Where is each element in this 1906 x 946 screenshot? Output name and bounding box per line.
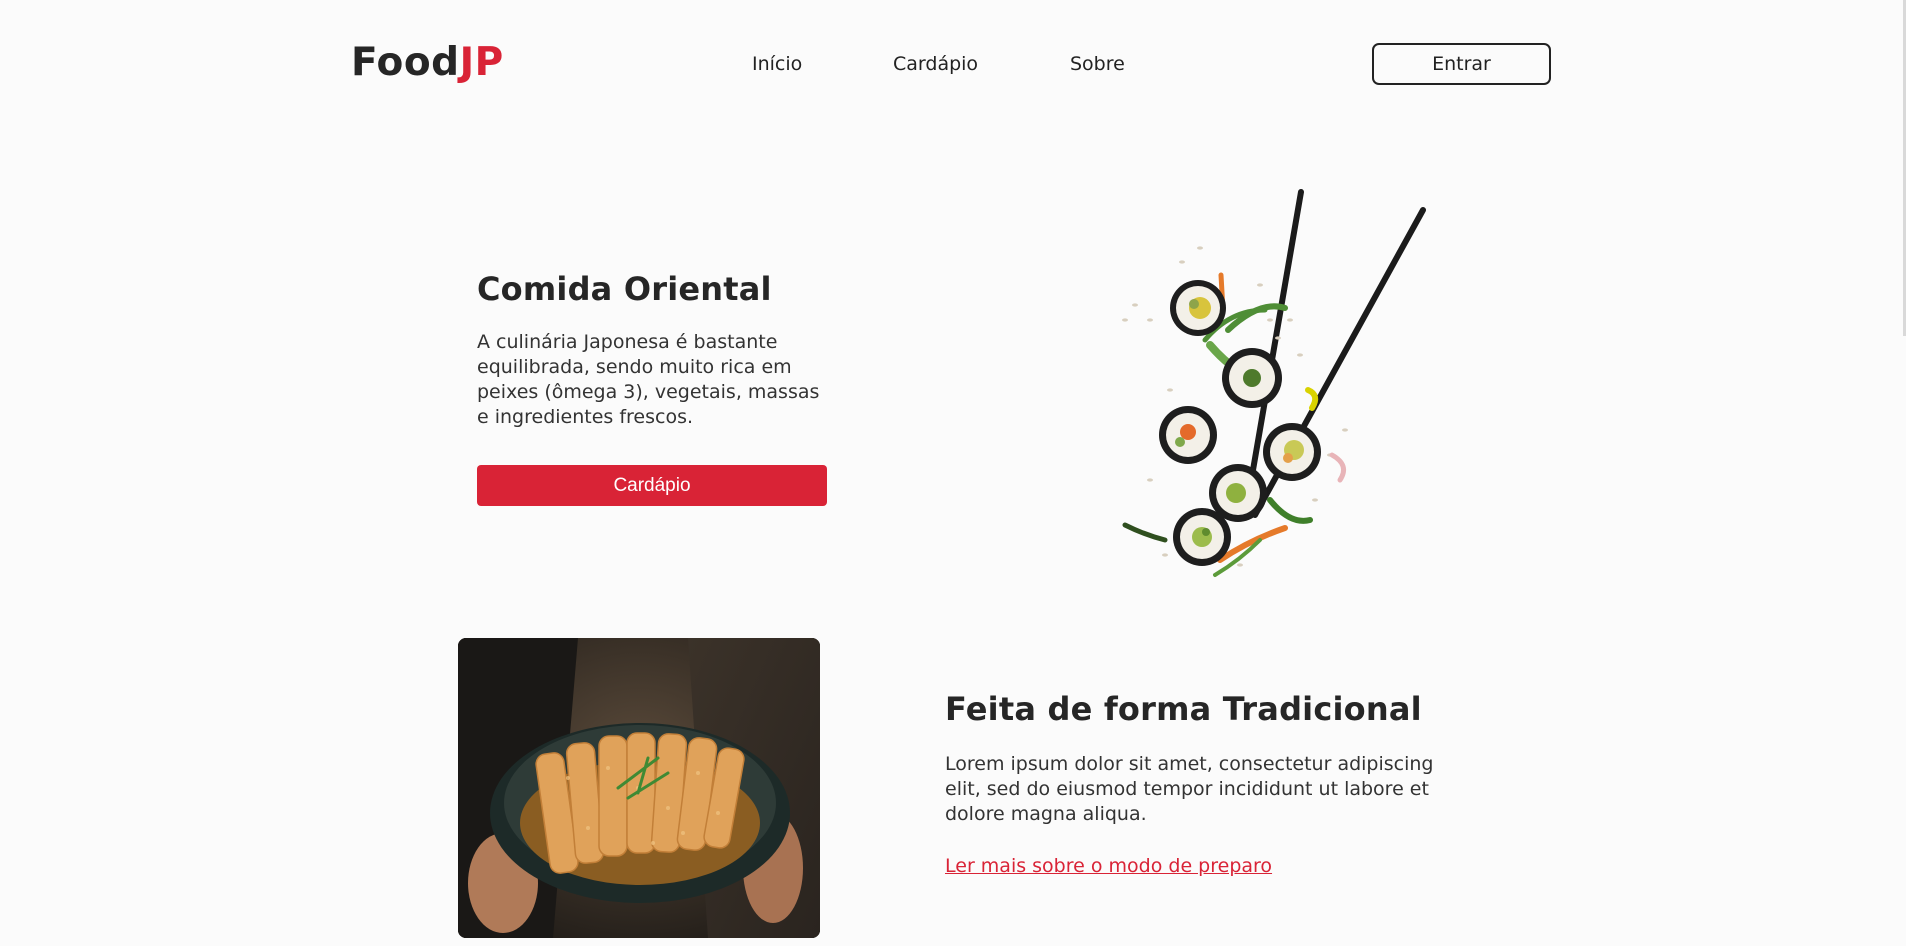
nav-item-inicio[interactable]: Início: [752, 53, 802, 75]
hero-description: A culinária Japonesa é bastante equilibr…: [477, 331, 820, 428]
sushi-chopsticks-image: [1122, 189, 1426, 577]
logo-accent: JP: [459, 40, 504, 85]
nav-item-cardapio[interactable]: Cardápio: [893, 53, 978, 75]
katsu-bowl-illustration: [458, 638, 820, 938]
katsu-bowl-image: [458, 638, 820, 938]
hero-title: Comida Oriental: [477, 270, 772, 308]
read-more-link[interactable]: Ler mais sobre o modo de preparo: [945, 855, 1272, 877]
logo[interactable]: FoodJP: [351, 40, 504, 85]
nav-item-sobre[interactable]: Sobre: [1070, 53, 1125, 75]
logo-main: Food: [351, 40, 460, 85]
menu-button[interactable]: Cardápio: [477, 465, 827, 506]
page: FoodJP Início Cardápio Sobre Entrar Comi…: [0, 0, 1906, 946]
feature-description: Lorem ipsum dolor sit amet, consectetur …: [945, 753, 1434, 825]
login-button[interactable]: Entrar: [1372, 43, 1551, 85]
feature-title: Feita de forma Tradicional: [945, 690, 1422, 728]
